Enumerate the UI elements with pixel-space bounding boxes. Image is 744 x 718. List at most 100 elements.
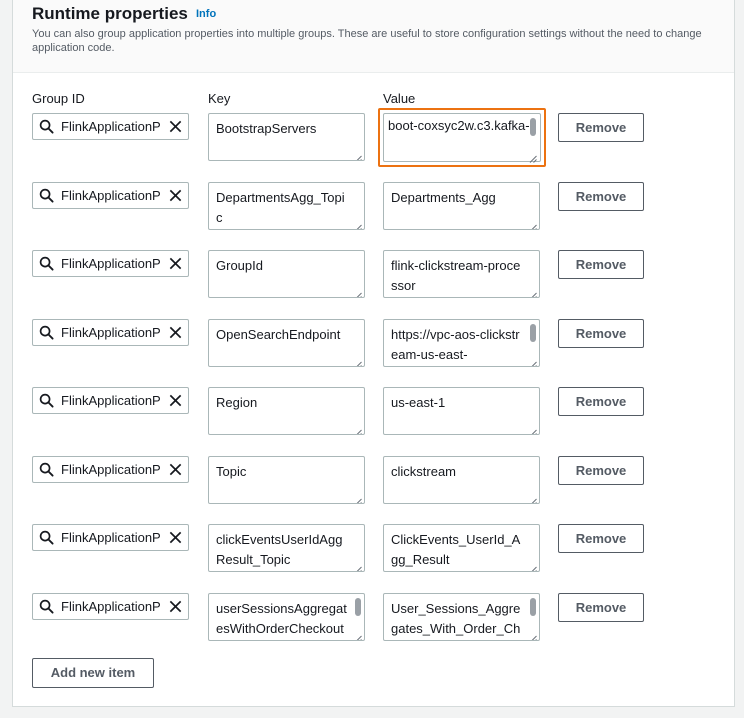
resize-handle-icon[interactable] (354, 150, 362, 160)
key-textarea[interactable]: userSessionsAggregatesWithOrderCheckout (208, 593, 365, 641)
search-icon (39, 393, 54, 408)
scrollbar[interactable] (530, 598, 536, 616)
value-value[interactable]: us-east-1 (391, 393, 525, 413)
resize-handle-icon[interactable] (354, 356, 362, 366)
key-textarea[interactable]: GroupId (208, 250, 365, 298)
key-textarea[interactable]: DepartmentsAgg_Topic (208, 182, 365, 230)
group-id-value[interactable]: FlinkApplicationProperties (61, 119, 161, 134)
group-id-value[interactable]: FlinkApplicationProperties (61, 256, 161, 271)
value-textarea[interactable]: us-east-1 (383, 387, 540, 435)
group-id-value[interactable]: FlinkApplicationProperties (61, 462, 161, 477)
remove-button[interactable]: Remove (558, 182, 644, 211)
resize-handle-icon[interactable] (529, 561, 537, 571)
resize-handle-icon[interactable] (529, 150, 537, 163)
value-value[interactable]: flink-clickstream-processor (391, 256, 525, 296)
key-value[interactable]: BootstrapServers (216, 119, 350, 139)
group-id-value[interactable]: FlinkApplicationProperties (61, 325, 161, 340)
key-value[interactable]: GroupId (216, 256, 350, 276)
group-id-value[interactable]: FlinkApplicationProperties (61, 599, 161, 614)
property-row: FlinkApplicationProperties clickEventsUse… (13, 524, 734, 576)
group-id-field[interactable]: FlinkApplicationProperties (32, 113, 189, 140)
resize-handle-icon[interactable] (354, 630, 362, 640)
property-row: FlinkApplicationProperties userSessionsAg… (13, 593, 734, 645)
clear-icon[interactable] (168, 393, 183, 408)
add-new-item-button[interactable]: Add new item (32, 658, 154, 688)
group-id-value[interactable]: FlinkApplicationProperties (61, 393, 161, 408)
property-row: FlinkApplicationProperties GroupId flink-c… (13, 250, 734, 302)
search-icon (39, 325, 54, 340)
remove-button[interactable]: Remove (558, 250, 644, 279)
key-value[interactable]: Region (216, 393, 350, 413)
key-column-label: Key (208, 91, 231, 106)
clear-icon[interactable] (168, 188, 183, 203)
clear-icon[interactable] (168, 599, 183, 614)
key-textarea[interactable]: BootstrapServers (208, 113, 365, 161)
group-id-field[interactable]: FlinkApplicationProperties (32, 524, 189, 551)
scrollbar[interactable] (530, 324, 536, 342)
group-id-field[interactable]: FlinkApplicationProperties (32, 250, 189, 277)
key-textarea[interactable]: clickEventsUserIdAggResult_Topic (208, 524, 365, 572)
value-value[interactable]: User_Sessions_Aggregates_With_Order_Ch (391, 599, 525, 639)
remove-button[interactable]: Remove (558, 319, 644, 348)
resize-handle-icon[interactable] (529, 424, 537, 434)
key-value[interactable]: DepartmentsAgg_Topic (216, 188, 350, 228)
search-icon (39, 462, 54, 477)
key-value[interactable]: userSessionsAggregatesWithOrderCheckout (216, 599, 350, 639)
search-icon (39, 530, 54, 545)
resize-handle-icon[interactable] (354, 287, 362, 297)
value-textarea[interactable]: flink-clickstream-processor (383, 250, 540, 298)
group-id-value[interactable]: FlinkApplicationProperties (61, 188, 161, 203)
scrollbar[interactable] (355, 598, 361, 616)
key-textarea[interactable]: OpenSearchEndpoint (208, 319, 365, 367)
remove-button[interactable]: Remove (558, 456, 644, 485)
key-value[interactable]: Topic (216, 462, 350, 482)
runtime-properties-panel: Runtime properties Info You can also gro… (12, 0, 735, 707)
resize-handle-icon[interactable] (354, 493, 362, 503)
resize-handle-icon[interactable] (529, 356, 537, 366)
resize-handle-icon[interactable] (529, 219, 537, 229)
remove-button[interactable]: Remove (558, 593, 644, 622)
clear-icon[interactable] (168, 119, 183, 134)
remove-button[interactable]: Remove (558, 387, 644, 416)
remove-button[interactable]: Remove (558, 113, 644, 142)
group-id-field[interactable]: FlinkApplicationProperties (32, 456, 189, 483)
search-icon (39, 119, 54, 134)
resize-handle-icon[interactable] (354, 219, 362, 229)
key-textarea[interactable]: Topic (208, 456, 365, 504)
resize-handle-icon[interactable] (354, 561, 362, 571)
clear-icon[interactable] (168, 462, 183, 477)
value-value[interactable]: Departments_Agg (391, 188, 525, 208)
resize-handle-icon[interactable] (354, 424, 362, 434)
value-textarea[interactable]: Departments_Agg (383, 182, 540, 230)
key-value[interactable]: clickEventsUserIdAggResult_Topic (216, 530, 350, 570)
resize-handle-icon[interactable] (529, 493, 537, 503)
group-id-field[interactable]: FlinkApplicationProperties (32, 319, 189, 346)
clear-icon[interactable] (168, 325, 183, 340)
resize-handle-icon[interactable] (529, 287, 537, 297)
value-value[interactable]: https://vpc-aos-clickstream-us-east- (391, 325, 525, 365)
group-id-field[interactable]: FlinkApplicationProperties (32, 182, 189, 209)
value-textarea[interactable]: User_Sessions_Aggregates_With_Order_Ch (383, 593, 540, 641)
value-textarea[interactable]: clickstream (383, 456, 540, 504)
group-id-field[interactable]: FlinkApplicationProperties (32, 387, 189, 414)
value-textarea[interactable]: https://vpc-aos-clickstream-us-east- (383, 319, 540, 367)
key-textarea[interactable]: Region (208, 387, 365, 435)
group-id-value[interactable]: FlinkApplicationProperties (61, 530, 161, 545)
clear-icon[interactable] (168, 530, 183, 545)
value-value[interactable]: boot-coxsyc2w.c3.kafka- (388, 116, 530, 136)
group-id-field[interactable]: FlinkApplicationProperties (32, 593, 189, 620)
value-value[interactable]: clickstream (391, 462, 525, 482)
value-textarea[interactable]: boot-coxsyc2w.c3.kafka- (378, 108, 546, 167)
resize-handle-icon[interactable] (529, 630, 537, 640)
section-title: Runtime properties (32, 4, 188, 23)
info-link[interactable]: Info (196, 8, 216, 20)
search-icon (39, 188, 54, 203)
property-row: FlinkApplicationProperties DepartmentsAgg… (13, 182, 734, 234)
remove-button[interactable]: Remove (558, 524, 644, 553)
value-value[interactable]: ClickEvents_UserId_Agg_Result (391, 530, 525, 570)
scrollbar[interactable] (530, 118, 536, 136)
clear-icon[interactable] (168, 256, 183, 271)
value-textarea[interactable]: ClickEvents_UserId_Agg_Result (383, 524, 540, 572)
section-description: You can also group application propertie… (32, 28, 702, 54)
key-value[interactable]: OpenSearchEndpoint (216, 325, 350, 345)
